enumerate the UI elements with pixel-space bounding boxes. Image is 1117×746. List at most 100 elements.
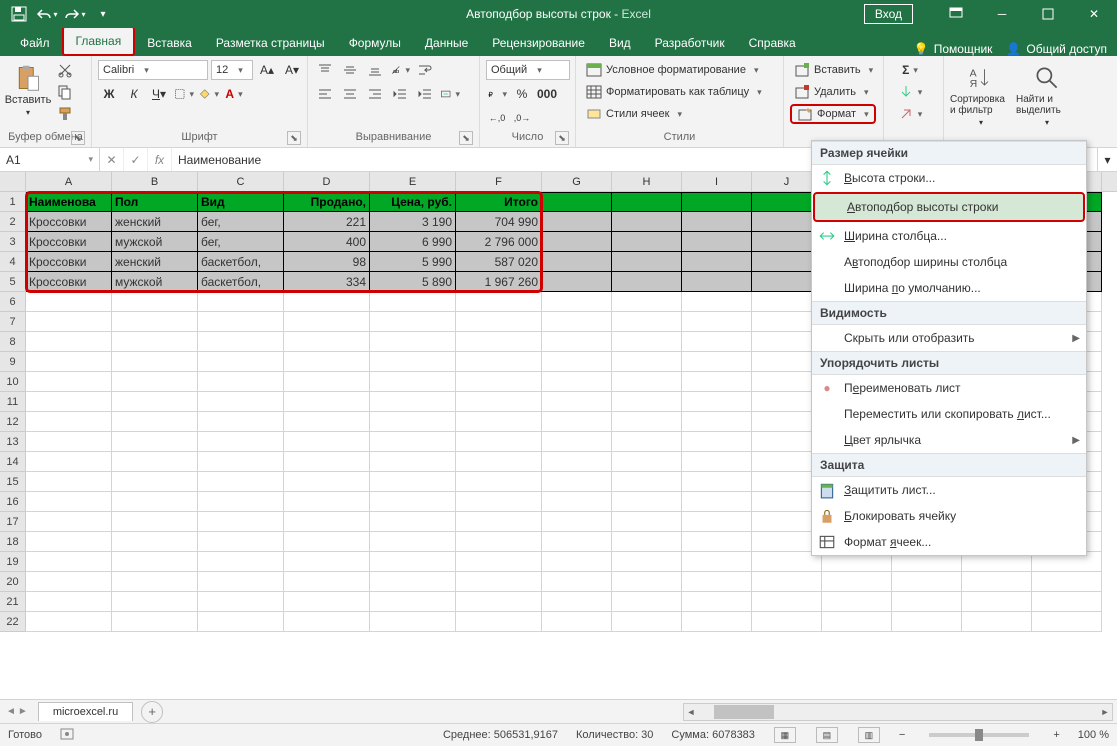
cell[interactable]	[198, 412, 284, 432]
cell[interactable]	[26, 532, 112, 552]
tab-home[interactable]: Главная	[62, 26, 136, 56]
cell[interactable]	[198, 492, 284, 512]
row-header[interactable]: 11	[0, 392, 26, 412]
cell[interactable]	[26, 512, 112, 532]
cell[interactable]: Кроссовки	[26, 232, 112, 252]
cell[interactable]: 5 990	[370, 252, 456, 272]
cell[interactable]	[112, 432, 198, 452]
save-icon[interactable]	[6, 3, 32, 25]
cell[interactable]	[542, 452, 612, 472]
number-format-combo[interactable]: Общий	[486, 60, 570, 80]
cell[interactable]	[26, 412, 112, 432]
cell[interactable]	[26, 452, 112, 472]
col-header[interactable]: D	[284, 172, 370, 191]
cell[interactable]	[682, 252, 752, 272]
col-header[interactable]: F	[456, 172, 542, 191]
menu-row-height[interactable]: ВВысота строки...ысота строки...	[812, 165, 1086, 191]
cell[interactable]	[198, 552, 284, 572]
cell[interactable]	[682, 232, 752, 252]
cell[interactable]	[370, 512, 456, 532]
cell[interactable]	[542, 332, 612, 352]
cell[interactable]	[284, 552, 370, 572]
tab-developer[interactable]: Разработчик	[643, 30, 737, 56]
cell[interactable]	[26, 312, 112, 332]
cell[interactable]	[112, 392, 198, 412]
row-header[interactable]: 5	[0, 272, 26, 292]
decrease-decimal-icon[interactable]: ,0→	[511, 108, 533, 128]
cell[interactable]: 3 190	[370, 212, 456, 232]
clipboard-launcher[interactable]: ⬊	[71, 131, 85, 145]
bold-icon[interactable]: Ж	[98, 84, 120, 104]
menu-format-cells[interactable]: Формат ячеек...	[812, 529, 1086, 555]
undo-icon[interactable]: ▾	[34, 3, 60, 25]
cell[interactable]	[370, 392, 456, 412]
cell[interactable]	[284, 592, 370, 612]
cell[interactable]	[682, 332, 752, 352]
cell[interactable]	[612, 292, 682, 312]
menu-rename-sheet[interactable]: ●Переименовать лист	[812, 375, 1086, 401]
col-header[interactable]: E	[370, 172, 456, 191]
conditional-formatting-button[interactable]: Условное форматирование	[582, 60, 762, 80]
row-header[interactable]: 6	[0, 292, 26, 312]
cell[interactable]	[542, 612, 612, 632]
cell[interactable]	[456, 312, 542, 332]
view-normal-icon[interactable]: ▦	[774, 727, 796, 743]
cell[interactable]	[370, 372, 456, 392]
cell[interactable]	[456, 512, 542, 532]
sheet-tab[interactable]: microexcel.ru	[38, 702, 133, 721]
cell[interactable]	[612, 572, 682, 592]
align-center-icon[interactable]	[339, 84, 361, 104]
cell[interactable]	[370, 612, 456, 632]
cell[interactable]	[612, 232, 682, 252]
sheet-nav-next-icon[interactable]: ►	[18, 706, 28, 717]
align-left-icon[interactable]	[314, 84, 336, 104]
cell[interactable]	[370, 552, 456, 572]
cell[interactable]	[112, 292, 198, 312]
row-header[interactable]: 1	[0, 192, 26, 212]
cell[interactable]	[612, 552, 682, 572]
cell[interactable]	[682, 312, 752, 332]
cell[interactable]: Итого	[456, 192, 542, 212]
cell[interactable]	[198, 572, 284, 592]
cell[interactable]	[456, 592, 542, 612]
cell[interactable]	[284, 612, 370, 632]
format-cells-button[interactable]: Формат	[790, 104, 876, 124]
orientation-icon[interactable]: ab	[389, 60, 411, 80]
cell[interactable]	[612, 412, 682, 432]
cell[interactable]	[612, 372, 682, 392]
cell[interactable]	[112, 452, 198, 472]
cell[interactable]	[112, 332, 198, 352]
cell[interactable]	[456, 332, 542, 352]
cell[interactable]	[26, 392, 112, 412]
cell[interactable]	[822, 612, 892, 632]
insert-cells-button[interactable]: Вставить	[790, 60, 877, 80]
row-header[interactable]: 16	[0, 492, 26, 512]
cell[interactable]	[542, 472, 612, 492]
cell[interactable]: Пол	[112, 192, 198, 212]
decrease-font-icon[interactable]: A▾	[281, 60, 303, 80]
cell[interactable]	[612, 272, 682, 292]
sort-filter-button[interactable]: АЯ Сортировка и фильтр▾	[950, 60, 1012, 127]
wrap-text-icon[interactable]	[414, 60, 436, 80]
cell[interactable]: 221	[284, 212, 370, 232]
row-header[interactable]: 14	[0, 452, 26, 472]
col-header[interactable]: A	[26, 172, 112, 191]
cell[interactable]	[456, 292, 542, 312]
tab-review[interactable]: Рецензирование	[480, 30, 597, 56]
cell[interactable]	[198, 512, 284, 532]
cell[interactable]	[682, 392, 752, 412]
cell[interactable]: 1 967 260	[456, 272, 542, 292]
cell[interactable]	[962, 612, 1032, 632]
cell[interactable]	[682, 192, 752, 212]
cell[interactable]	[752, 612, 822, 632]
cell[interactable]: 2 796 000	[456, 232, 542, 252]
cell[interactable]	[26, 472, 112, 492]
cell[interactable]	[284, 332, 370, 352]
cell[interactable]	[198, 392, 284, 412]
cell[interactable]	[682, 292, 752, 312]
cell[interactable]	[26, 352, 112, 372]
font-size-combo[interactable]: 12	[211, 60, 253, 80]
cell[interactable]: баскетбол,	[198, 252, 284, 272]
cell[interactable]	[682, 472, 752, 492]
cell[interactable]	[682, 572, 752, 592]
